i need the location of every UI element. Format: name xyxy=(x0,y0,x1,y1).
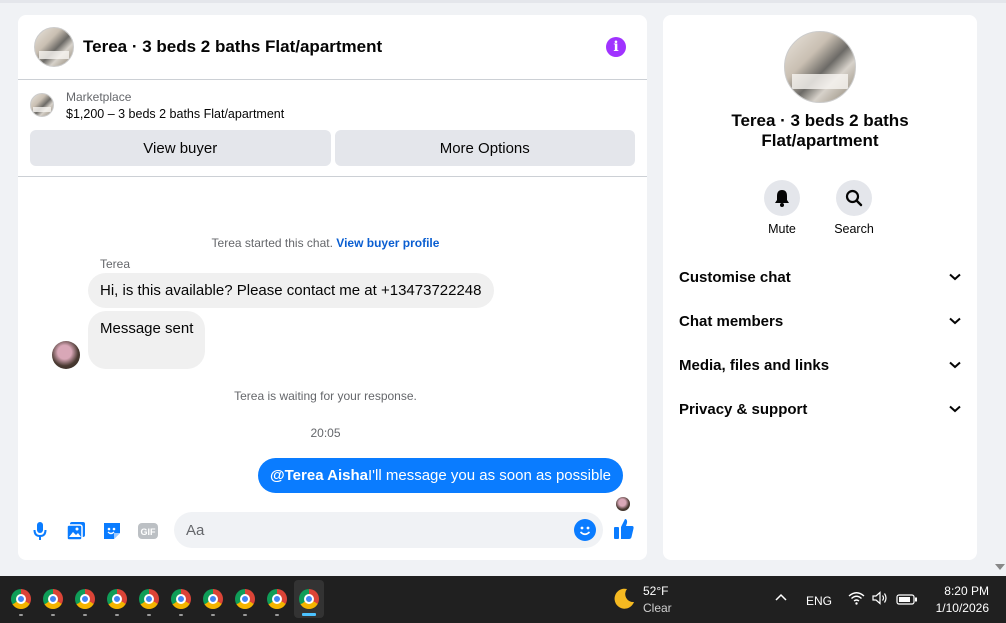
details-avatar[interactable] xyxy=(784,31,856,103)
listing-thumbnail xyxy=(30,93,54,117)
info-icon[interactable]: i xyxy=(606,37,626,57)
search-label: Search xyxy=(834,222,874,236)
view-buyer-button[interactable]: View buyer xyxy=(30,130,331,166)
sender-avatar[interactable] xyxy=(52,341,80,369)
section-label: Privacy & support xyxy=(679,400,808,418)
language-indicator[interactable]: ENG xyxy=(806,594,832,608)
moon-icon[interactable] xyxy=(612,587,636,611)
wifi-icon[interactable] xyxy=(848,591,865,605)
taskbar: 52°F Clear ENG 8:20 PM 1/10/2026 xyxy=(0,576,1006,623)
mute-button[interactable]: Mute xyxy=(752,180,812,236)
conversation-details-panel: Terea · 3 beds 2 baths Flat/apartment Mu… xyxy=(663,15,977,560)
message-timestamp: 20:05 xyxy=(310,426,341,440)
listing-avatar[interactable] xyxy=(34,27,74,67)
chevron-down-icon xyxy=(949,317,961,325)
outgoing-message[interactable]: @Terea Aisha I'll message you as soon as … xyxy=(258,458,623,493)
chrome-icon xyxy=(75,589,95,609)
running-indicator xyxy=(83,614,87,616)
message-input[interactable] xyxy=(174,512,603,548)
marketplace-label: Marketplace xyxy=(66,90,132,104)
chrome-icon xyxy=(139,589,159,609)
message-composer: GIF xyxy=(18,511,647,551)
section-label: Chat members xyxy=(679,312,784,330)
running-indicator xyxy=(275,614,279,616)
weather-temperature[interactable]: 52°F xyxy=(643,584,668,598)
seen-avatar xyxy=(616,497,630,511)
incoming-message[interactable]: Message sent xyxy=(88,311,206,369)
running-indicator xyxy=(243,614,247,616)
mention[interactable]: @Terea Aisha xyxy=(270,467,368,484)
sticker-icon[interactable] xyxy=(100,519,124,543)
chat-started-text: Terea started this chat. xyxy=(211,236,333,250)
chrome-icon xyxy=(267,589,287,609)
chevron-down-icon xyxy=(949,405,961,413)
running-indicator xyxy=(179,614,183,616)
chat-panel: Terea · 3 beds 2 baths Flat/apartment i … xyxy=(18,15,647,560)
chrome-icon xyxy=(11,589,31,609)
chrome-icon xyxy=(235,589,255,609)
taskbar-chrome-app[interactable] xyxy=(262,580,292,618)
view-buyer-profile-link[interactable]: View buyer profile xyxy=(336,236,439,250)
listing-price-title: $1,200 – 3 beds 2 baths Flat/apartment xyxy=(66,107,285,121)
taskbar-chrome-app[interactable] xyxy=(198,580,228,618)
taskbar-chrome-app[interactable] xyxy=(230,580,260,618)
chevron-down-icon xyxy=(949,361,961,369)
running-indicator xyxy=(211,614,215,616)
running-indicator xyxy=(115,614,119,616)
chevron-down-icon xyxy=(949,273,961,281)
photo-icon[interactable] xyxy=(64,519,88,543)
clock-date[interactable]: 1/10/2026 xyxy=(936,601,989,615)
volume-icon[interactable] xyxy=(872,591,888,605)
gif-icon[interactable]: GIF xyxy=(136,519,160,543)
sender-name: Terea xyxy=(100,257,131,271)
outgoing-message-text: I'll message you as soon as possible xyxy=(368,467,611,484)
emoji-icon[interactable] xyxy=(574,519,596,541)
running-indicator xyxy=(147,614,151,616)
media-files-links-section[interactable]: Media, files and links xyxy=(663,343,977,387)
clock-time[interactable]: 8:20 PM xyxy=(944,584,989,598)
chat-members-section[interactable]: Chat members xyxy=(663,299,977,343)
chrome-icon xyxy=(107,589,127,609)
chevron-up-icon[interactable] xyxy=(775,593,787,601)
svg-text:GIF: GIF xyxy=(141,527,157,537)
weather-description[interactable]: Clear xyxy=(643,601,672,615)
window-top-border xyxy=(0,0,1006,3)
details-accordion: Customise chat Chat members Media, files… xyxy=(663,255,977,431)
chat-header: Terea · 3 beds 2 baths Flat/apartment i xyxy=(18,15,647,80)
taskbar-chrome-app[interactable] xyxy=(294,580,324,618)
microphone-icon[interactable] xyxy=(28,519,52,543)
taskbar-chrome-app[interactable] xyxy=(166,580,196,618)
mute-label: Mute xyxy=(768,222,796,236)
chat-started-notice: Terea started this chat. View buyer prof… xyxy=(18,236,633,250)
customise-chat-section[interactable]: Customise chat xyxy=(663,255,977,299)
details-title: Terea · 3 beds 2 baths Flat/apartment xyxy=(731,111,909,150)
battery-icon[interactable] xyxy=(896,594,918,605)
taskbar-chrome-app[interactable] xyxy=(102,580,132,618)
incoming-message[interactable]: Hi, is this available? Please contact me… xyxy=(88,273,494,308)
running-indicator xyxy=(302,613,316,616)
privacy-support-section[interactable]: Privacy & support xyxy=(663,387,977,431)
chrome-icon xyxy=(43,589,63,609)
bell-icon[interactable] xyxy=(764,180,800,216)
chat-title[interactable]: Terea · 3 beds 2 baths Flat/apartment xyxy=(83,37,606,57)
more-options-button[interactable]: More Options xyxy=(334,130,635,166)
chrome-icon xyxy=(171,589,191,609)
taskbar-chrome-app[interactable] xyxy=(6,580,36,618)
chrome-icon xyxy=(299,589,319,609)
section-label: Media, files and links xyxy=(679,356,830,374)
marketplace-listing[interactable]: Marketplace $1,200 – 3 beds 2 baths Flat… xyxy=(18,80,647,130)
running-indicator xyxy=(19,614,23,616)
taskbar-chrome-app[interactable] xyxy=(38,580,68,618)
running-indicator xyxy=(51,614,55,616)
thumbs-up-icon[interactable] xyxy=(613,517,635,546)
section-label: Customise chat xyxy=(679,268,791,286)
taskbar-chrome-app[interactable] xyxy=(134,580,164,618)
taskbar-chrome-app[interactable] xyxy=(70,580,100,618)
waiting-notice: Terea is waiting for your response. xyxy=(234,389,417,403)
search-icon[interactable] xyxy=(836,180,872,216)
message-list: Terea started this chat. View buyer prof… xyxy=(18,177,633,511)
page-scroll-down-arrow-icon[interactable] xyxy=(995,564,1005,570)
search-button[interactable]: Search xyxy=(824,180,884,236)
chrome-icon xyxy=(203,589,223,609)
